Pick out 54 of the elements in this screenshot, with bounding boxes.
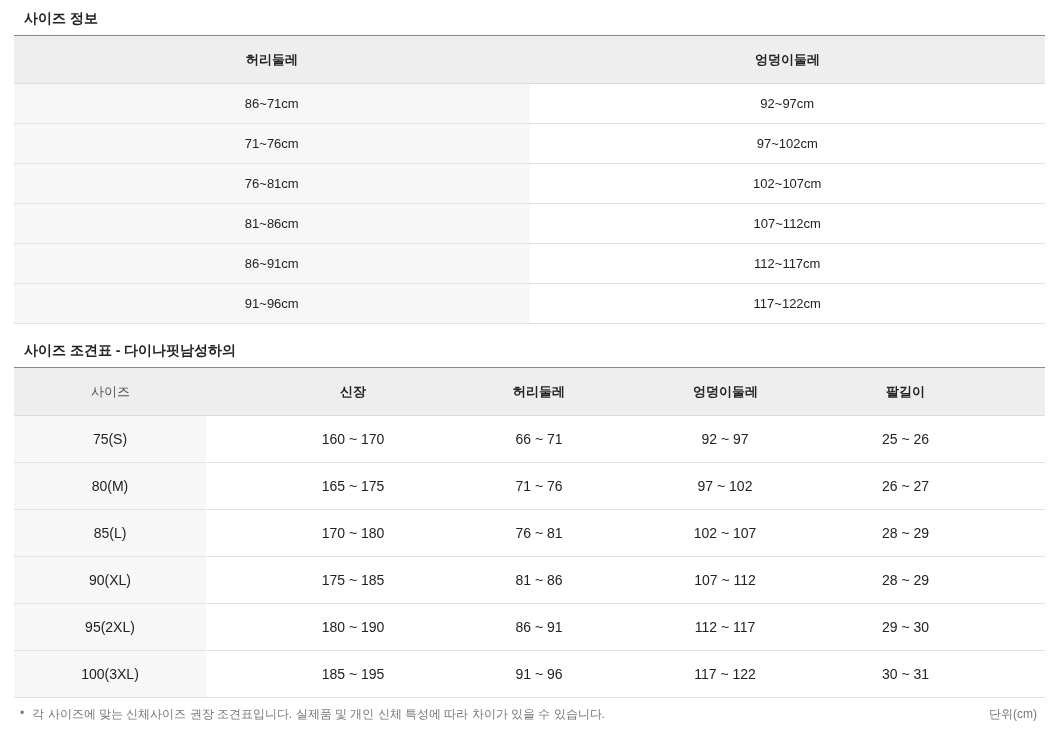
table-cell-text: 97~102cm [755, 135, 819, 153]
table-cell-text: 180 ~ 190 [320, 618, 386, 637]
table-cell: 86~71cm [14, 84, 530, 123]
column-header: 엉덩이둘레 [753, 50, 821, 69]
table-cell-text: 26 ~ 27 [880, 477, 931, 496]
table-cell-text: 66 ~ 71 [514, 430, 564, 449]
table-cell: 76~81cm [14, 164, 530, 203]
section-title: 사이즈 조견표 - 다이나핏남성하의 [23, 341, 238, 360]
unit-label: 단위(cm) [989, 706, 1037, 723]
table-cell-text: 29 ~ 30 [880, 618, 931, 637]
table-cell-text: 81 ~ 86 [514, 571, 564, 590]
table-cell-text: 185 ~ 195 [320, 665, 386, 684]
table-cell-text: 97 ~ 102 [696, 477, 754, 496]
table-cell-text: 28 ~ 29 [880, 571, 931, 590]
table-cell-text: 76 ~ 81 [514, 524, 564, 543]
table-cell: 85(L) [14, 510, 206, 556]
footnote: 각 사이즈에 맞는 신체사이즈 권장 조견표입니다. 실제품 및 개인 신체 특성에 따라 차이가 있을 수 있습니다. [32, 706, 605, 723]
table-cell-text: 107~112cm [752, 215, 822, 233]
table-cell-text: 102~107cm [752, 175, 823, 193]
table-cell: 81~86cm [14, 204, 530, 243]
table-cell-text: 117 ~ 122 [693, 665, 757, 684]
table-cell-text: 102 ~ 107 [692, 524, 758, 543]
table-cell-text: 117~122cm [752, 295, 822, 313]
column-header: 엉덩이둘레 [691, 382, 759, 401]
table-cell-text: 92~97cm [759, 95, 816, 113]
table-cell: 80(M) [14, 463, 206, 509]
table-cell: 71~76cm [14, 124, 530, 163]
table-cell-text: 112 ~ 117 [693, 618, 757, 637]
column-header: 사이즈 [89, 382, 131, 401]
table-cell-text: 71 ~ 76 [514, 477, 564, 496]
table-cell-text: 28 ~ 29 [880, 524, 931, 543]
column-header: 허리둘레 [512, 382, 566, 401]
table-cell-text: 160 ~ 170 [320, 430, 386, 449]
column-header: 허리둘레 [244, 50, 299, 69]
table-cell-text: 86 ~ 91 [514, 618, 564, 637]
table-cell: 75(S) [14, 416, 206, 462]
section-title: 사이즈 정보 [23, 9, 99, 28]
table-cell-text: 92 ~ 97 [700, 430, 750, 449]
table-cell-text: 170 ~ 180 [320, 524, 386, 543]
column-header: 신장 [339, 382, 367, 401]
table-cell-text: 30 ~ 31 [880, 665, 931, 684]
table-cell-text: 107 ~ 112 [693, 571, 757, 590]
table-cell-text: 25 ~ 26 [880, 430, 931, 449]
table-cell: 90(XL) [14, 557, 206, 603]
table-cell: 91~96cm [14, 284, 530, 323]
table-cell: 100(3XL) [14, 651, 206, 697]
column-header: 팔길이 [885, 382, 926, 401]
table-cell: 95(2XL) [14, 604, 206, 650]
table-cell-text: 175 ~ 185 [320, 571, 386, 590]
table-cell-text: 165 ~ 175 [320, 477, 386, 496]
bullet-mark: • [20, 706, 25, 722]
table-cell-text: 91 ~ 96 [514, 665, 564, 684]
table-cell-text: 112~117cm [753, 255, 822, 273]
table-cell: 86~91cm [14, 244, 530, 283]
